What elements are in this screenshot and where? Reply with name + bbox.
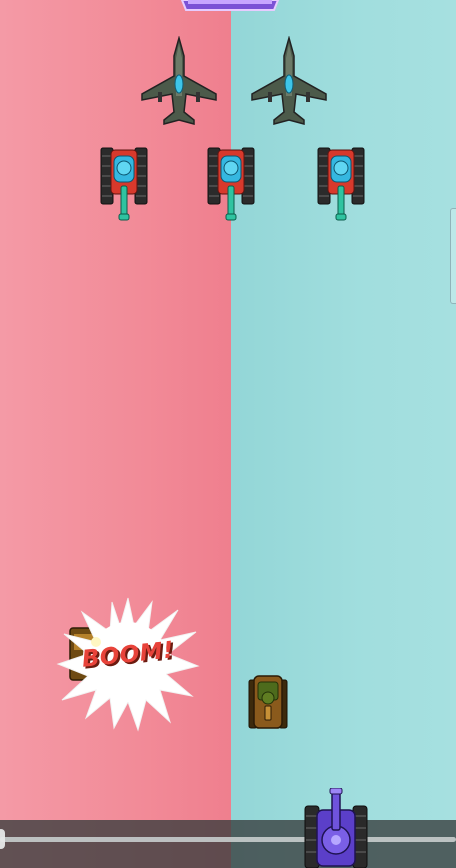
right-lane — [231, 0, 456, 868]
olive-tank — [248, 675, 288, 729]
enemy-jet-1 — [141, 36, 217, 125]
side-drawer-handle[interactable] — [450, 208, 456, 304]
enemy-turret-tank-2 — [207, 147, 255, 221]
player-purple-tank[interactable] — [304, 788, 368, 868]
progress-knob[interactable] — [0, 829, 5, 849]
enemy-turret-tank-1 — [100, 147, 148, 221]
progress-track[interactable] — [0, 837, 456, 842]
enemy-turret-tank-3 — [317, 147, 365, 221]
bottom-control-bar — [0, 820, 456, 868]
top-banner — [180, 0, 280, 11]
left-lane — [0, 0, 231, 868]
enemy-jet-2 — [251, 36, 327, 125]
